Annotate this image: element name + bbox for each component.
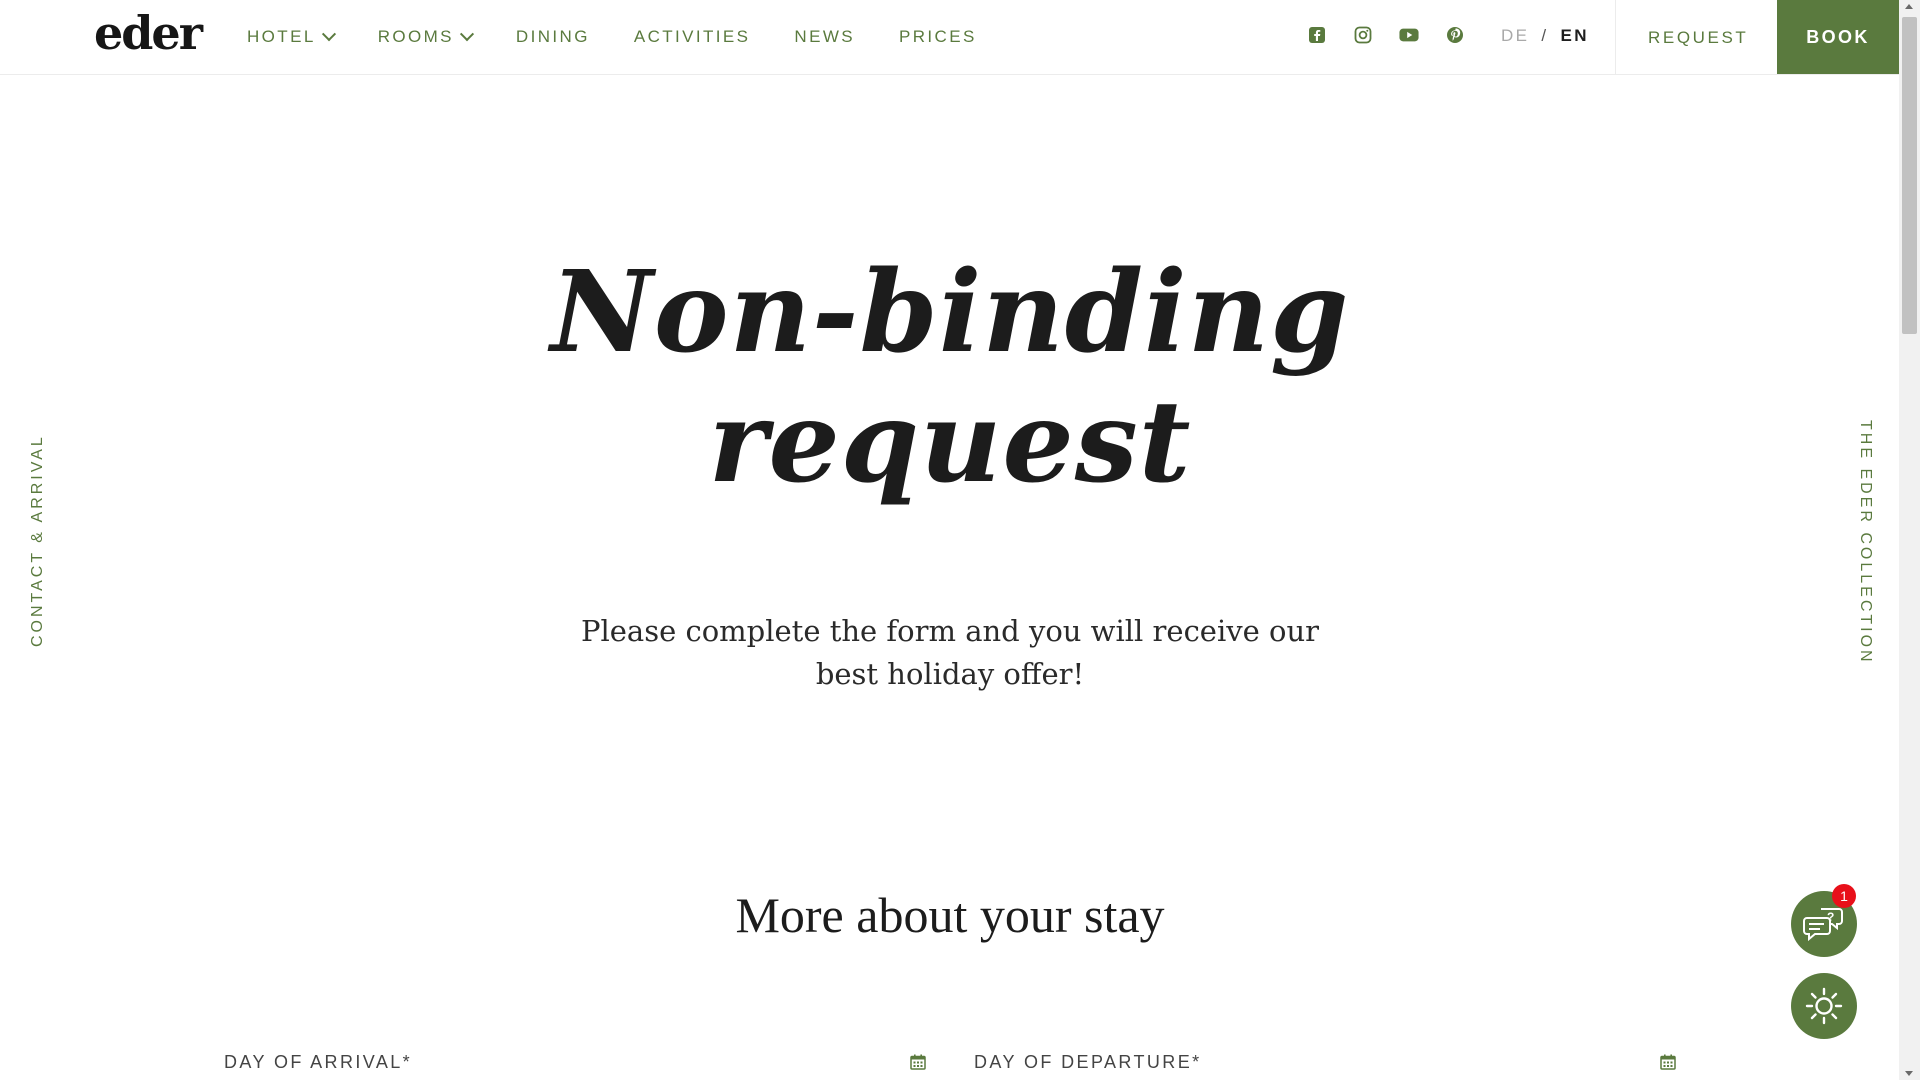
nav-activities[interactable]: ACTIVITIES [634, 27, 751, 47]
nav-dining-label: DINING [515, 27, 590, 46]
request-link[interactable]: REQUEST [1648, 28, 1748, 48]
nav-dining[interactable]: DINING [516, 27, 590, 47]
calendar-icon[interactable] [1660, 1054, 1676, 1070]
scrollbar-thumb[interactable] [1902, 17, 1917, 334]
lang-en[interactable]: EN [1561, 26, 1589, 45]
scroll-up-arrow[interactable] [1905, 4, 1913, 9]
facebook-icon[interactable] [1307, 25, 1327, 45]
book-button[interactable]: BOOK [1777, 0, 1899, 74]
instagram-icon[interactable] [1353, 25, 1373, 45]
chevron-down-icon [459, 27, 474, 42]
nav-activities-label: ACTIVITIES [633, 27, 751, 46]
nav-news[interactable]: NEWS [794, 27, 855, 47]
youtube-icon[interactable] [1399, 25, 1419, 45]
accessibility-theme-button[interactable] [1791, 973, 1857, 1039]
scroll-down-arrow[interactable] [1905, 1071, 1913, 1076]
page-title-line-1: Non-binding [550, 247, 1350, 378]
logo[interactable]: eder [94, 6, 203, 60]
svg-text:?: ? [1827, 910, 1834, 924]
main-nav: HOTEL ROOMS DINING ACTIVITIES NEWS PRICE… [247, 0, 1021, 74]
page-title-line-2: request [708, 377, 1192, 508]
lang-separator: / [1541, 26, 1549, 45]
pinterest-icon[interactable] [1445, 25, 1465, 45]
sun-icon [1805, 987, 1843, 1025]
language-switcher: DE / EN [1501, 26, 1589, 46]
eder-collection-link[interactable]: THE EDER COLLECTION [1856, 420, 1874, 665]
departure-date-field[interactable]: DAY OF DEPARTURE* [974, 1052, 1676, 1080]
calendar-icon[interactable] [910, 1054, 926, 1070]
page-title: Non-binding request [450, 248, 1450, 508]
nav-rooms[interactable]: ROOMS [377, 27, 474, 47]
header-divider [1615, 0, 1616, 74]
page-subtitle: Please complete the form and you will re… [580, 614, 1320, 691]
nav-news-label: NEWS [794, 27, 856, 46]
arrival-date-label: DAY OF ARRIVAL* [224, 1052, 413, 1072]
nav-prices-label: PRICES [899, 27, 977, 46]
nav-hotel-label: HOTEL [247, 27, 316, 46]
section-title: More about your stay [735, 887, 1165, 943]
nav-rooms-label: ROOMS [377, 27, 454, 46]
page-scrollbar[interactable] [1899, 0, 1920, 1080]
arrival-date-field[interactable]: DAY OF ARRIVAL* [224, 1052, 926, 1080]
chat-help-icon: ? [1803, 908, 1843, 942]
chevron-down-icon [321, 27, 336, 42]
chat-notification-badge: 1 [1832, 884, 1856, 908]
nav-prices[interactable]: PRICES [899, 27, 977, 47]
social-links [1307, 25, 1491, 45]
nav-hotel[interactable]: HOTEL [247, 27, 336, 47]
departure-date-label: DAY OF DEPARTURE* [974, 1052, 1202, 1072]
site-header: eder HOTEL ROOMS DINING ACTIVITIES NEWS … [0, 0, 1899, 75]
lang-de[interactable]: DE [1501, 26, 1529, 45]
contact-arrival-link[interactable]: CONTACT & ARRIVAL [29, 434, 47, 647]
